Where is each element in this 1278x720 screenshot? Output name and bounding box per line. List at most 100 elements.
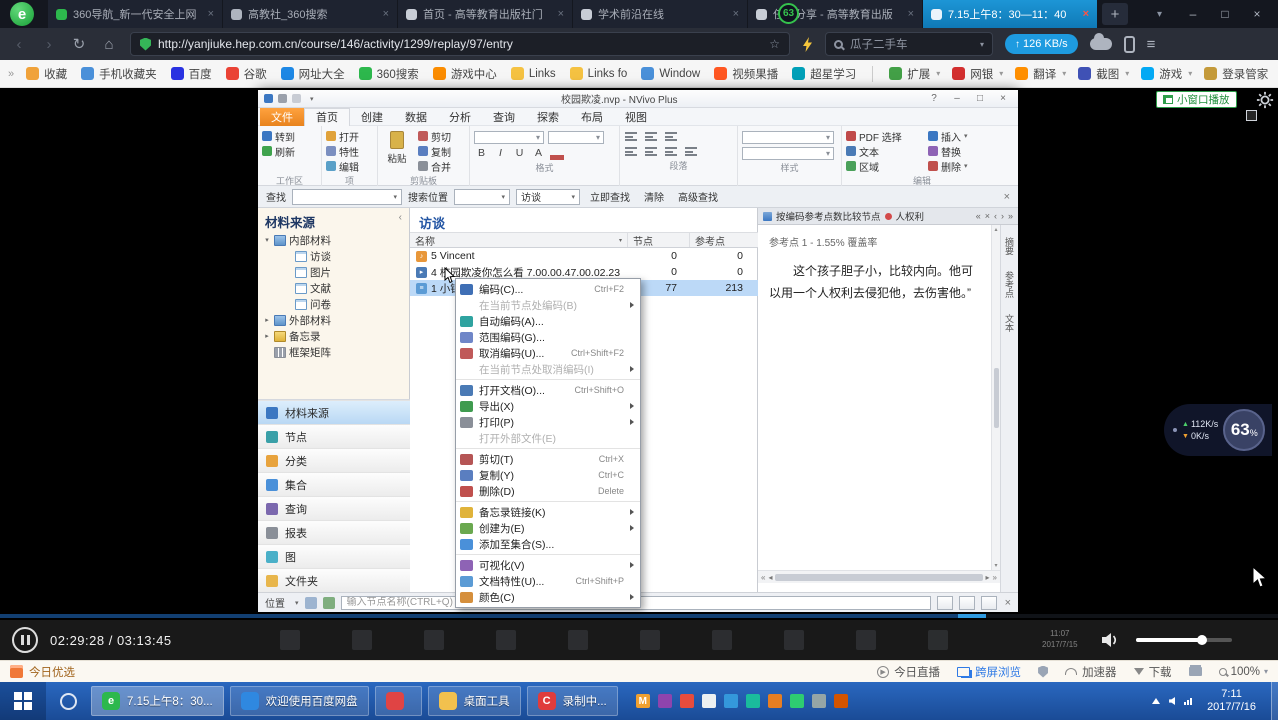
- ribbon-button[interactable]: 替换 ▾: [928, 144, 994, 159]
- column-header-refs[interactable]: 参考点: [690, 233, 758, 248]
- tray-icon[interactable]: [723, 694, 738, 708]
- context-menu-item[interactable]: 取消编码(U)... Ctrl+Shift+F2: [456, 345, 640, 361]
- font-family-combo[interactable]: ▾: [474, 130, 544, 144]
- nav-view-button[interactable]: 集合: [258, 472, 410, 496]
- tray-icon[interactable]: [679, 694, 694, 708]
- tray-icon[interactable]: [745, 694, 760, 708]
- scrollbar-thumb[interactable]: [993, 367, 999, 428]
- tab-close-icon[interactable]: ×: [1083, 8, 1089, 20]
- tray-icon[interactable]: [811, 694, 826, 708]
- ribbon-button[interactable]: 特性: [326, 144, 373, 159]
- close-button[interactable]: ×: [1242, 2, 1272, 26]
- source-list-row[interactable]: ♪ 5 Vincent 0 0: [410, 248, 758, 264]
- column-header-nodes[interactable]: 节点: [628, 233, 690, 248]
- save-icon[interactable]: [264, 94, 273, 103]
- scroll-first-icon[interactable]: «: [761, 573, 765, 582]
- percent-circle[interactable]: 63 %: [1223, 409, 1266, 451]
- undo-icon[interactable]: [278, 94, 287, 103]
- tab-close-icon[interactable]: ×: [558, 8, 564, 20]
- mini-window-badge[interactable]: 小窗口播放: [1156, 91, 1237, 108]
- browser-tab[interactable]: 学术前沿在线 ×: [573, 0, 747, 28]
- nvivo-menu-tab[interactable]: 首页: [304, 107, 350, 126]
- bookmark-item[interactable]: 超星学习: [786, 63, 862, 85]
- seek-bar[interactable]: [0, 614, 1278, 618]
- download-manager-button[interactable]: 下载: [1133, 664, 1172, 680]
- context-menu-item[interactable]: 删除(D) Delete: [456, 483, 640, 502]
- tray-icon[interactable]: [701, 694, 716, 708]
- browser-tab[interactable]: 首页 - 高等教育出版社门 ×: [398, 0, 572, 28]
- context-menu-item[interactable]: 文档特性(U)... Ctrl+Shift+P: [456, 573, 640, 589]
- taskbar-app-button[interactable]: C 录制中...: [526, 686, 618, 716]
- column-header-name[interactable]: 名称 ▾: [410, 233, 628, 248]
- scroll-right-icon[interactable]: ▸: [986, 573, 990, 582]
- tree-item[interactable]: 框架矩阵: [258, 344, 409, 360]
- format-button[interactable]: A: [531, 146, 546, 160]
- bookmark-item[interactable]: 手机收藏夹: [75, 63, 163, 85]
- close-find-icon[interactable]: ×: [1004, 191, 1010, 203]
- code-in-vivo-button[interactable]: [980, 595, 997, 610]
- ribbon-button[interactable]: 区域: [846, 159, 922, 174]
- code-at-icon[interactable]: [304, 596, 317, 609]
- url-text[interactable]: http://yanjiuke.hep.com.cn/course/146/ac…: [158, 37, 762, 51]
- style-combo[interactable]: ▾: [742, 130, 834, 144]
- tray-icon[interactable]: [833, 694, 848, 708]
- tree-item[interactable]: 访谈: [258, 248, 409, 264]
- tab-close-icon[interactable]: ×: [208, 8, 214, 20]
- taskbar-search-icon[interactable]: [60, 692, 77, 710]
- ribbon-button[interactable]: 文本: [846, 144, 922, 159]
- context-menu-item[interactable]: 在当前节点处编码(B): [456, 297, 640, 313]
- volume-slider[interactable]: [1136, 635, 1232, 645]
- bookmark-item[interactable]: 视频果播: [708, 63, 784, 85]
- phone-icon[interactable]: [1123, 35, 1135, 53]
- quick-access-chevron-icon[interactable]: ▾: [310, 95, 314, 103]
- scroll-left-icon[interactable]: ◂: [768, 573, 772, 582]
- redo-icon[interactable]: [292, 94, 301, 103]
- screenshot-tool-icon[interactable]: [1246, 110, 1257, 121]
- close-quick-coding-icon[interactable]: ×: [1005, 597, 1011, 609]
- tree-item[interactable]: ▸ 备忘录: [258, 328, 409, 344]
- nvivo-menu-tab[interactable]: 分析: [438, 108, 482, 126]
- lightning-boost-icon[interactable]: [802, 36, 813, 52]
- speaker-icon[interactable]: [1100, 632, 1122, 648]
- panel-collapse-icon[interactable]: ‹: [399, 212, 402, 230]
- context-menu-item[interactable]: 颜色(C): [456, 589, 640, 605]
- browser-logo-icon[interactable]: e: [10, 2, 34, 26]
- tree-expander-icon[interactable]: ▾: [263, 236, 271, 244]
- context-menu-item[interactable]: 打印(P): [456, 414, 640, 430]
- font-color-icon[interactable]: [550, 154, 564, 160]
- url-bar[interactable]: http://yanjiuke.hep.com.cn/course/146/ac…: [130, 32, 790, 56]
- player-settings-gear-icon[interactable]: [1256, 91, 1274, 109]
- scope-combo[interactable]: 访谈 ▾: [516, 188, 580, 205]
- ribbon-button[interactable]: 删除 ▾: [928, 159, 994, 174]
- chevron-down-icon[interactable]: ▾: [1188, 69, 1192, 78]
- browser-tab[interactable]: 任务分享 - 高等教育出版 ×: [748, 0, 922, 28]
- tree-item[interactable]: 文献: [258, 280, 409, 296]
- nav-view-button[interactable]: 分类: [258, 448, 410, 472]
- scroll-last-icon[interactable]: »: [993, 573, 997, 582]
- paste-button[interactable]: 粘贴: [382, 129, 412, 174]
- tray-icon[interactable]: [789, 694, 804, 708]
- nvivo-menu-tab[interactable]: 查询: [482, 108, 526, 126]
- bookmark-item[interactable]: Links: [505, 63, 562, 85]
- format-button[interactable]: I: [493, 146, 508, 160]
- ribbon-button[interactable]: PDF 选择: [846, 129, 922, 144]
- indent-icon[interactable]: [664, 131, 678, 142]
- detail-horizontal-scrollbar[interactable]: « ◂ ▸ »: [758, 570, 1000, 583]
- tree-item[interactable]: ▸ 外部材料: [258, 312, 409, 328]
- scroll-down-icon[interactable]: ▾: [994, 562, 997, 569]
- uncode-button[interactable]: [958, 595, 975, 610]
- chevron-down-icon[interactable]: ▾: [1062, 69, 1066, 78]
- nvivo-menu-tab[interactable]: 数据: [394, 108, 438, 126]
- download-progress-badge[interactable]: 63: [778, 3, 799, 24]
- context-menu-item[interactable]: 编码(C)... Ctrl+F2: [456, 281, 640, 297]
- ribbon-button[interactable]: 剪切: [418, 129, 451, 144]
- chevron-down-icon[interactable]: ▾: [1125, 69, 1129, 78]
- context-menu-item[interactable]: 剪切(T) Ctrl+X: [456, 451, 640, 467]
- format-button[interactable]: B: [474, 146, 489, 160]
- find-now-button[interactable]: 立即查找: [586, 189, 634, 204]
- context-menu-item[interactable]: 复制(Y) Ctrl+C: [456, 467, 640, 483]
- detail-tab-title[interactable]: 按编码参考点数比较节点: [776, 209, 881, 223]
- align-center-icon[interactable]: [644, 146, 658, 157]
- volume-tray-icon[interactable]: [1169, 697, 1176, 705]
- video-stage[interactable]: ▾ 校园欺凌.nvp - NVivo Plus ? – □ × 文件 首页 创建 数据…: [0, 88, 1278, 620]
